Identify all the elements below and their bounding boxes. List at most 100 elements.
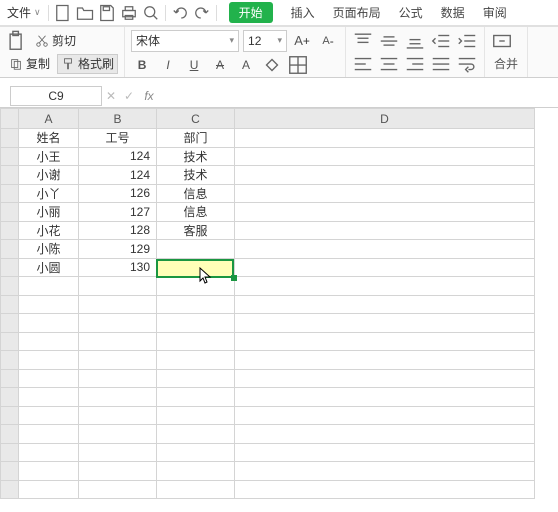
font-size-select[interactable]: 12▾	[243, 30, 287, 52]
cell[interactable]	[235, 351, 535, 370]
cell[interactable]	[79, 295, 157, 314]
cell[interactable]	[235, 443, 535, 462]
new-icon[interactable]	[53, 3, 73, 23]
cell[interactable]	[79, 462, 157, 481]
file-menu[interactable]: 文件∨	[4, 3, 44, 23]
cell[interactable]	[157, 332, 235, 351]
row-header[interactable]	[1, 166, 19, 185]
cell[interactable]: 小花	[19, 221, 79, 240]
paste-icon[interactable]	[6, 31, 28, 51]
merge-button[interactable]: 合并	[491, 54, 521, 74]
tab-insert[interactable]: 插入	[291, 4, 315, 21]
align-middle-icon[interactable]	[378, 31, 400, 51]
sheet-grid[interactable]: A B C D 姓名工号部门小王124技术小谢124技术小丫126信息小丽127…	[0, 108, 558, 510]
copy-button[interactable]: 复制	[6, 54, 53, 74]
cell[interactable]	[235, 184, 535, 203]
align-bottom-icon[interactable]	[404, 31, 426, 51]
tab-review[interactable]: 审阅	[483, 4, 507, 21]
align-center-icon[interactable]	[378, 54, 400, 74]
row-header[interactable]	[1, 184, 19, 203]
cell[interactable]: 128	[79, 221, 157, 240]
cell[interactable]	[157, 425, 235, 444]
open-icon[interactable]	[75, 3, 95, 23]
cell[interactable]	[157, 443, 235, 462]
row-header[interactable]	[1, 332, 19, 351]
cell[interactable]	[19, 443, 79, 462]
row-header[interactable]	[1, 258, 19, 277]
decrease-font-icon[interactable]: A-	[317, 31, 339, 51]
cell[interactable]	[235, 166, 535, 185]
cell[interactable]: 技术	[157, 147, 235, 166]
col-header-B[interactable]: B	[79, 109, 157, 129]
row-header[interactable]	[1, 129, 19, 148]
formula-input[interactable]	[160, 86, 558, 106]
cell[interactable]	[19, 425, 79, 444]
row-header[interactable]	[1, 221, 19, 240]
cell[interactable]: 信息	[157, 203, 235, 222]
save-icon[interactable]	[97, 3, 117, 23]
cell[interactable]	[235, 258, 535, 277]
indent-inc-icon[interactable]	[456, 31, 478, 51]
indent-dec-icon[interactable]	[430, 31, 452, 51]
row-header[interactable]	[1, 425, 19, 444]
cell[interactable]	[235, 369, 535, 388]
justify-icon[interactable]	[430, 54, 452, 74]
cell[interactable]	[19, 332, 79, 351]
cell[interactable]	[19, 295, 79, 314]
cell[interactable]	[79, 277, 157, 296]
row-header[interactable]	[1, 277, 19, 296]
row-header[interactable]	[1, 406, 19, 425]
cell[interactable]: 信息	[157, 184, 235, 203]
cell[interactable]	[157, 462, 235, 481]
cell[interactable]: 技术	[157, 166, 235, 185]
select-all-corner[interactable]	[1, 109, 19, 129]
cell[interactable]	[157, 295, 235, 314]
cell[interactable]: 小丽	[19, 203, 79, 222]
tab-data[interactable]: 数据	[441, 4, 465, 21]
cell[interactable]	[157, 406, 235, 425]
cell[interactable]	[19, 406, 79, 425]
cell[interactable]	[157, 240, 235, 259]
cell[interactable]	[235, 425, 535, 444]
preview-icon[interactable]	[141, 3, 161, 23]
tab-layout[interactable]: 页面布局	[333, 4, 381, 21]
cut-button[interactable]: 剪切	[32, 31, 79, 51]
cell[interactable]	[19, 388, 79, 407]
strike-button[interactable]: A	[209, 55, 231, 75]
cell[interactable]	[157, 480, 235, 499]
cell[interactable]	[19, 462, 79, 481]
align-left-icon[interactable]	[352, 54, 374, 74]
cell[interactable]: 工号	[79, 129, 157, 148]
font-name-select[interactable]: 宋体▾	[131, 30, 239, 52]
cell[interactable]	[157, 388, 235, 407]
cell[interactable]: 小圆	[19, 258, 79, 277]
undo-icon[interactable]	[170, 3, 190, 23]
tab-formula[interactable]: 公式	[399, 4, 423, 21]
cell[interactable]	[79, 443, 157, 462]
cell[interactable]	[235, 129, 535, 148]
cell[interactable]	[235, 221, 535, 240]
tab-start[interactable]: 开始	[229, 2, 273, 23]
row-header[interactable]	[1, 147, 19, 166]
cell[interactable]: 124	[79, 147, 157, 166]
wrap-icon[interactable]	[456, 54, 478, 74]
cell[interactable]	[79, 314, 157, 333]
cell[interactable]: 小谢	[19, 166, 79, 185]
redo-icon[interactable]	[192, 3, 212, 23]
cell[interactable]	[157, 314, 235, 333]
print-icon[interactable]	[119, 3, 139, 23]
row-header[interactable]	[1, 351, 19, 370]
format-painter-button[interactable]: 格式刷	[57, 54, 118, 74]
fill-color-button[interactable]	[261, 55, 283, 75]
cell[interactable]: 124	[79, 166, 157, 185]
cell[interactable]	[79, 369, 157, 388]
col-header-C[interactable]: C	[157, 109, 235, 129]
cell[interactable]	[235, 332, 535, 351]
row-header[interactable]	[1, 240, 19, 259]
cell[interactable]	[235, 388, 535, 407]
cell[interactable]	[157, 277, 235, 296]
row-header[interactable]	[1, 480, 19, 499]
underline-button[interactable]: U	[183, 55, 205, 75]
italic-button[interactable]: I	[157, 55, 179, 75]
cell[interactable]	[19, 369, 79, 388]
